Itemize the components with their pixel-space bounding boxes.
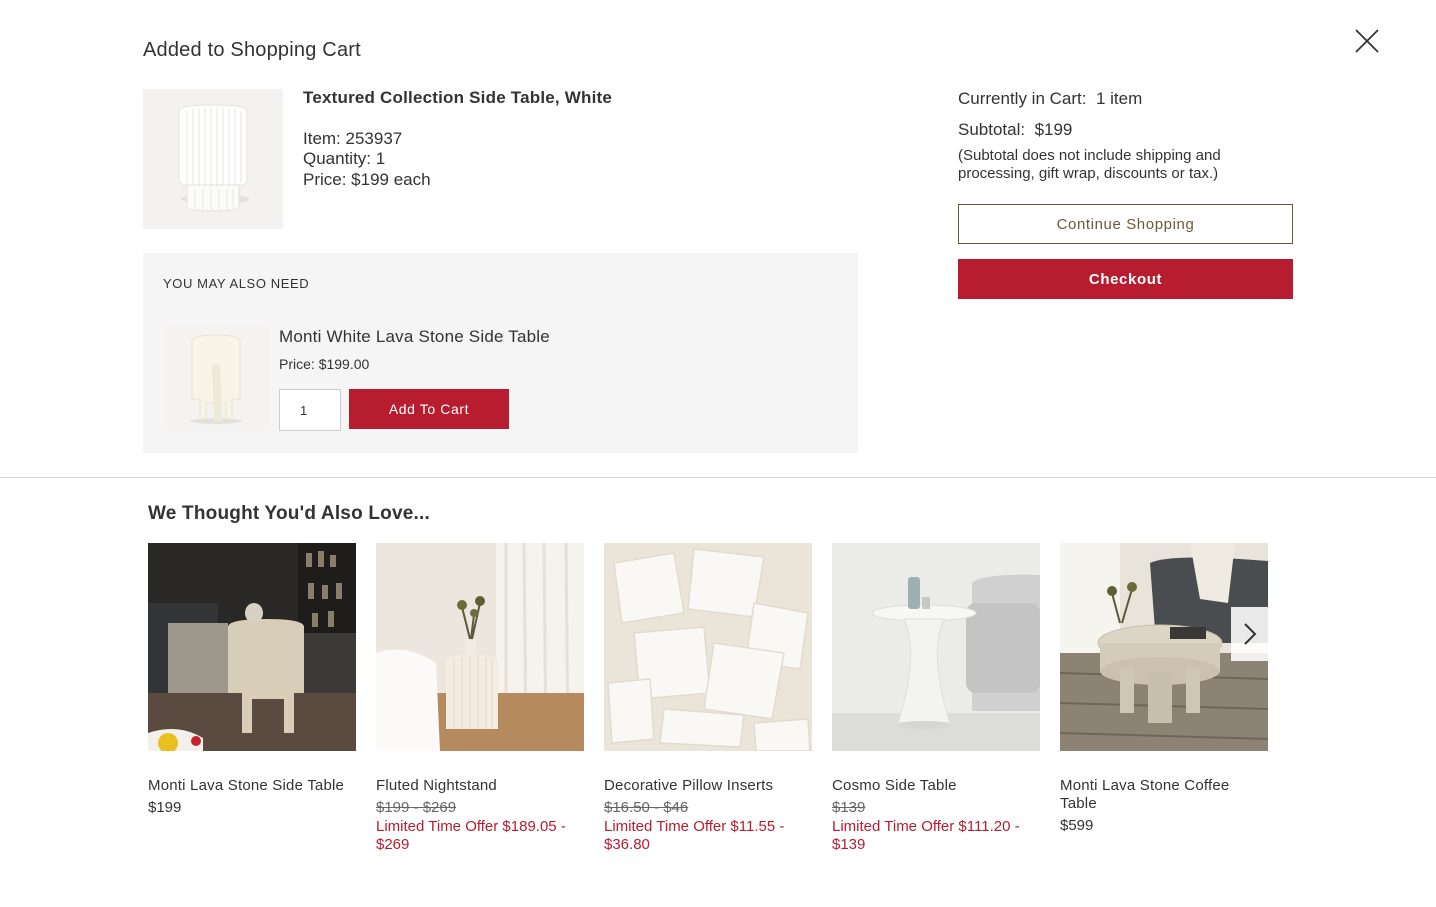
upsell-item-image[interactable] bbox=[164, 325, 269, 430]
upsell-item-name[interactable]: Monti White Lava Stone Side Table bbox=[279, 327, 550, 347]
reco-image-3[interactable] bbox=[604, 543, 812, 751]
subtotal-note: (Subtotal does not include shipping and … bbox=[958, 147, 1221, 182]
reco-name-1[interactable]: Monti Lava Stone Side Table bbox=[148, 777, 356, 795]
reco-name-4[interactable]: Cosmo Side Table bbox=[832, 777, 1040, 795]
upsell-price-label: Price: bbox=[279, 356, 319, 372]
modal-title: Added to Shopping Cart bbox=[143, 39, 361, 61]
reco-was-price-2: $199 - $269 bbox=[376, 799, 457, 816]
reco-price-5: $599 bbox=[1060, 817, 1094, 834]
fluted-nightstand-photo bbox=[376, 543, 584, 751]
continue-shopping-button[interactable]: Continue Shopping bbox=[958, 204, 1293, 244]
reco-name-3[interactable]: Decorative Pillow Inserts bbox=[604, 777, 812, 795]
added-item-image[interactable] bbox=[143, 89, 283, 229]
lava-stone-side-table-photo bbox=[148, 543, 356, 751]
close-button[interactable] bbox=[1352, 26, 1382, 56]
cart-subtotal: Subtotal: $199 bbox=[958, 120, 1072, 140]
reco-name-2[interactable]: Fluted Nightstand bbox=[376, 777, 584, 795]
reco-offer-4: Limited Time Offer $111.20 - $139 bbox=[832, 818, 1020, 853]
cart-subtotal-value: $199 bbox=[1034, 120, 1073, 139]
reco-price-1: $199 bbox=[148, 799, 182, 816]
cosmo-side-table-photo bbox=[832, 543, 1040, 751]
reco-card-1[interactable]: Monti Lava Stone Side Table $199 bbox=[148, 543, 356, 816]
recommendations-title: We Thought You'd Also Love... bbox=[148, 503, 430, 524]
added-item-number: Item: 253937 bbox=[303, 129, 403, 148]
add-to-cart-button[interactable]: Add To Cart bbox=[349, 389, 509, 429]
reco-was-price-4: $139 bbox=[832, 799, 866, 816]
reco-offer-3: Limited Time Offer $11.55 - $36.80 bbox=[604, 818, 785, 853]
reco-image-4[interactable] bbox=[832, 543, 1040, 751]
carousel-next-button[interactable] bbox=[1231, 607, 1268, 661]
cart-count-label: Currently in Cart: bbox=[958, 89, 1087, 108]
pillow-inserts-photo bbox=[604, 543, 812, 751]
reco-card-4[interactable]: Cosmo Side Table $139 Limited Time Offer… bbox=[832, 543, 1040, 854]
reco-offer-2: Limited Time Offer $189.05 - $269 bbox=[376, 818, 566, 853]
side-table-image bbox=[143, 89, 283, 229]
lava-stone-table-image bbox=[164, 325, 269, 430]
cart-count-value: 1 item bbox=[1095, 89, 1143, 108]
checkout-button[interactable]: Checkout bbox=[958, 259, 1293, 299]
cart-subtotal-label: Subtotal: bbox=[958, 120, 1026, 139]
upsell-heading: YOU MAY ALSO NEED bbox=[163, 276, 310, 291]
reco-image-1[interactable] bbox=[148, 543, 356, 751]
added-item-price: Price: $199 each bbox=[303, 170, 431, 189]
chevron-right-icon bbox=[1243, 623, 1256, 645]
reco-card-5[interactable]: Monti Lava Stone Coffee Table $599 bbox=[1060, 543, 1268, 834]
reco-image-2[interactable] bbox=[376, 543, 584, 751]
upsell-item-price: Price: $199.00 bbox=[279, 356, 369, 372]
reco-card-3[interactable]: Decorative Pillow Inserts $16.50 - $46 L… bbox=[604, 543, 812, 854]
added-item-quantity: Quantity: 1 bbox=[303, 149, 386, 168]
close-icon bbox=[1355, 29, 1379, 53]
reco-card-2[interactable]: Fluted Nightstand $199 - $269 Limited Ti… bbox=[376, 543, 584, 854]
added-item-name[interactable]: Textured Collection Side Table, White bbox=[303, 88, 612, 108]
upsell-panel: YOU MAY ALSO NEED Monti White Lava Stone… bbox=[143, 253, 858, 453]
cart-count: Currently in Cart: 1 item bbox=[958, 89, 1142, 109]
upsell-quantity-input[interactable] bbox=[279, 389, 341, 431]
reco-name-5[interactable]: Monti Lava Stone Coffee Table bbox=[1060, 777, 1268, 813]
section-divider bbox=[0, 477, 1436, 478]
reco-was-price-3: $16.50 - $46 bbox=[604, 799, 689, 816]
upsell-price-value: $199.00 bbox=[318, 356, 370, 372]
